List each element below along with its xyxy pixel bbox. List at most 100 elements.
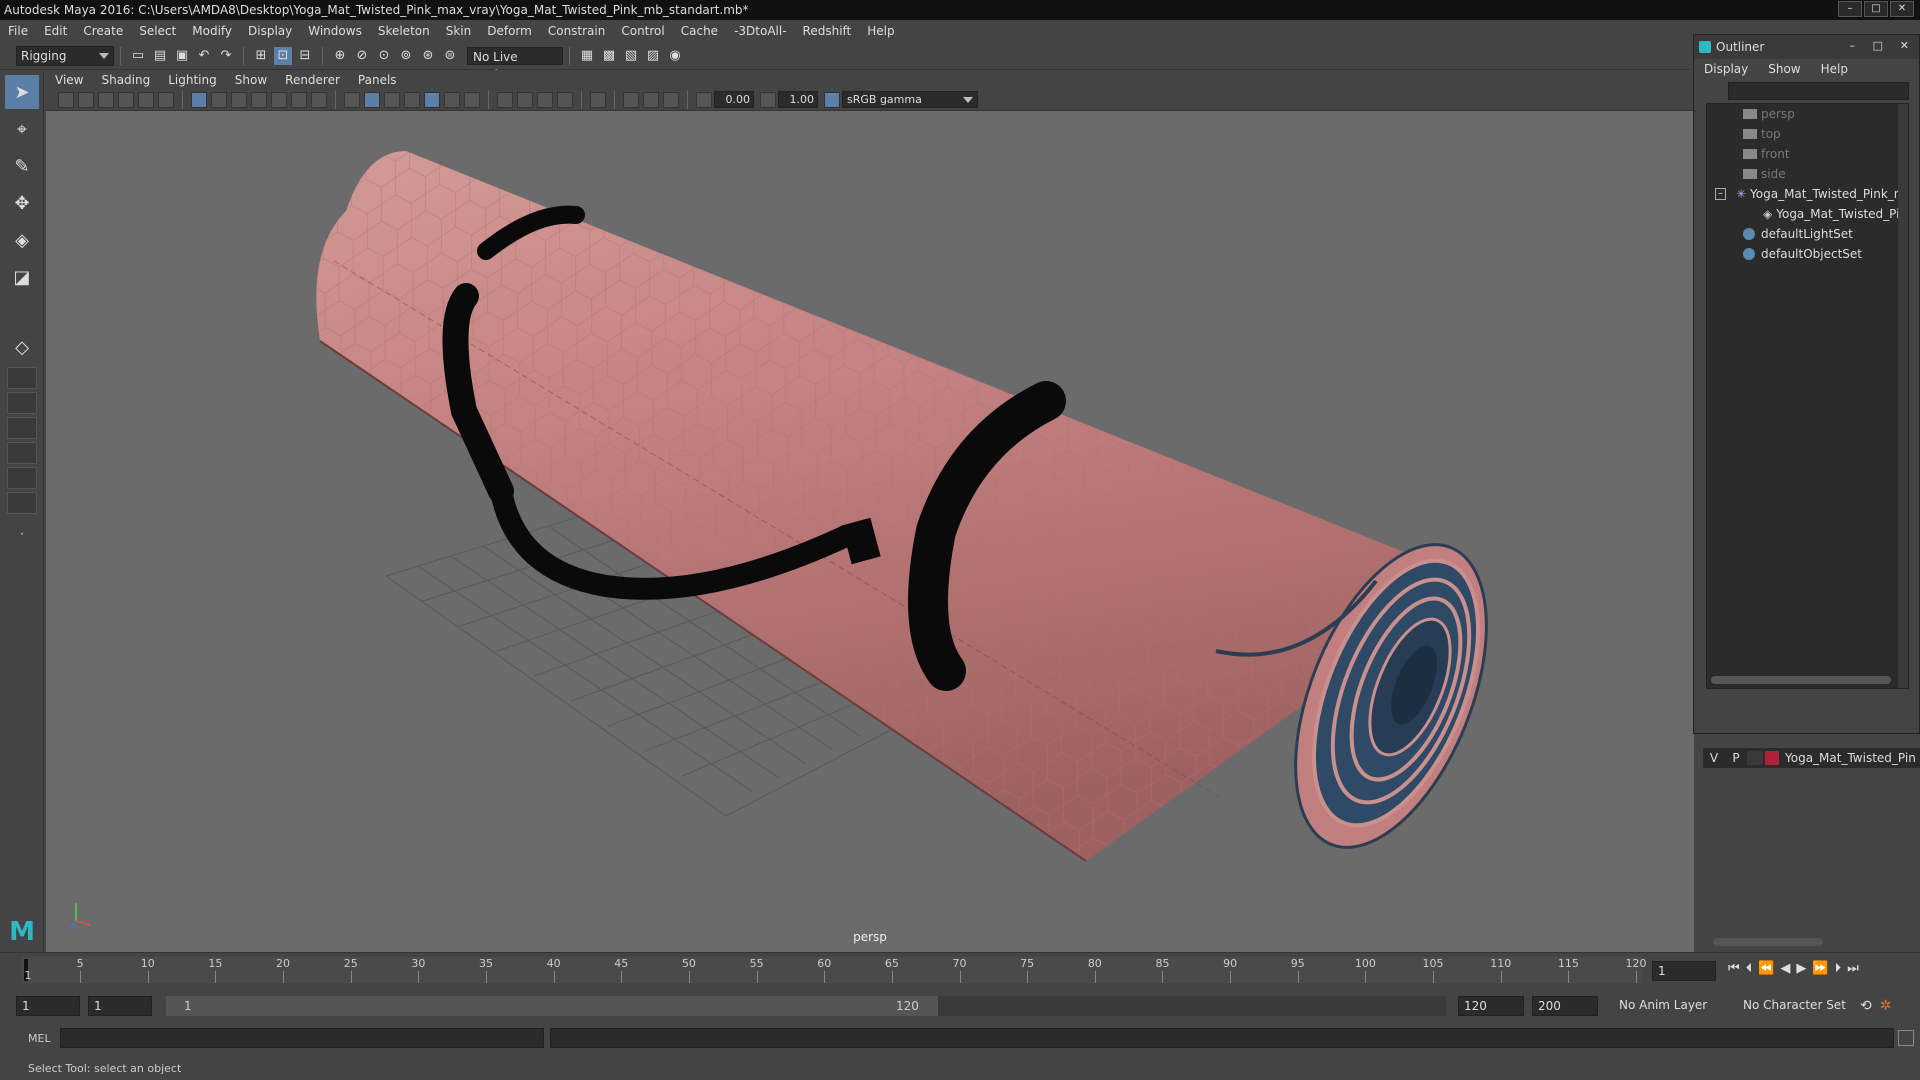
menu-help[interactable]: Help — [859, 24, 902, 38]
snap-magnet-icon[interactable]: ⊜ — [441, 47, 459, 65]
undo-icon[interactable]: ↶ — [195, 47, 213, 65]
safe-action-icon[interactable] — [291, 91, 307, 108]
more-layouts-icon[interactable]: · — [5, 517, 39, 551]
backface-culling-icon[interactable] — [557, 91, 573, 108]
bookmark-icon[interactable] — [98, 91, 114, 108]
menu-modify[interactable]: Modify — [184, 24, 240, 38]
render-settings-icon[interactable]: ▦ — [578, 47, 596, 65]
persp-outliner-layout-icon[interactable] — [7, 417, 37, 439]
playback-start-field[interactable]: 1 — [88, 996, 152, 1016]
time-slider[interactable]: 1 5 10 15 20 25 30 35 40 45 50 55 60 65 70 75 80 85 90 95 1… — [0, 952, 1920, 986]
menu-3dtoall[interactable]: -3DtoAll- — [726, 24, 794, 38]
character-set-dropdown[interactable]: No Character Set — [1738, 996, 1854, 1016]
panel-menu-panels[interactable]: Panels — [349, 73, 406, 87]
menuset-dropdown[interactable]: Rigging — [16, 45, 114, 66]
panel-menu-shading[interactable]: Shading — [92, 73, 159, 87]
gamma-field[interactable]: 1.00 — [778, 91, 818, 108]
persp-graph-layout-icon[interactable] — [7, 442, 37, 464]
menu-edit[interactable]: Edit — [36, 24, 75, 38]
panel-menu-show[interactable]: Show — [226, 73, 276, 87]
menu-constrain[interactable]: Constrain — [540, 24, 614, 38]
screen-space-ao-icon[interactable] — [623, 91, 639, 108]
save-scene-icon[interactable]: ▣ — [173, 47, 191, 65]
layer-scrollbar[interactable] — [1713, 938, 1823, 946]
snap-grid-icon[interactable]: ⊕ — [331, 47, 349, 65]
select-component-icon[interactable]: ⊟ — [296, 47, 314, 65]
default-lighting-icon[interactable] — [384, 91, 400, 108]
new-scene-icon[interactable]: ▭ — [129, 47, 147, 65]
menu-display[interactable]: Display — [240, 24, 300, 38]
view-transform-dropdown[interactable]: sRGB gamma — [842, 91, 978, 108]
exposure-field[interactable]: 0.00 — [714, 91, 754, 108]
panel-menu-view[interactable]: View — [46, 73, 92, 87]
rotate-tool-icon[interactable]: ◈ — [5, 223, 39, 257]
2d-pan-zoom-icon[interactable] — [138, 91, 154, 108]
paint-select-icon[interactable]: ✎ — [5, 149, 39, 183]
command-language-label[interactable]: MEL — [0, 1032, 60, 1045]
minimize-icon[interactable]: – — [1850, 39, 1856, 52]
menu-windows[interactable]: Windows — [300, 24, 370, 38]
color-management-icon[interactable] — [824, 91, 840, 108]
four-view-layout-icon[interactable] — [7, 367, 37, 389]
step-back-icon[interactable]: ⏴ — [1746, 961, 1753, 976]
outliner-item-default-light-set[interactable]: defaultLightSet — [1707, 224, 1908, 244]
render-view-icon[interactable]: ▨ — [644, 47, 662, 65]
layer-color-swatch[interactable] — [1765, 751, 1779, 765]
playback-end-field[interactable]: 120 — [1458, 996, 1524, 1016]
persp-viewport[interactable]: persp — [46, 111, 1694, 952]
range-slider-handle[interactable] — [166, 996, 938, 1016]
side-by-side-layout-icon[interactable] — [7, 392, 37, 414]
camera-select-icon[interactable] — [58, 91, 74, 108]
outliner-item-top[interactable]: top — [1707, 124, 1908, 144]
outliner-menu-help[interactable]: Help — [1811, 62, 1858, 76]
gamma-icon[interactable] — [760, 91, 776, 108]
animation-preferences-icon[interactable]: ✲ — [1880, 998, 1892, 1014]
outliner-item-yoga-mesh[interactable]: ◈ Yoga_Mat_Twisted_Pin — [1707, 204, 1908, 224]
panel-menu-renderer[interactable]: Renderer — [276, 73, 349, 87]
auto-key-icon[interactable]: ⟲ — [1860, 998, 1872, 1014]
play-forward-icon[interactable]: ▶ — [1796, 961, 1806, 976]
go-to-start-icon[interactable]: ⏮ — [1728, 961, 1740, 976]
textured-icon[interactable] — [424, 91, 440, 108]
step-back-key-icon[interactable]: ⏪ — [1758, 961, 1774, 976]
collapse-icon[interactable]: – — [1715, 188, 1726, 200]
layer-type-toggle[interactable] — [1747, 751, 1763, 765]
range-slider[interactable]: 1 120 — [166, 996, 1446, 1016]
redo-icon[interactable]: ↷ — [217, 47, 235, 65]
step-forward-key-icon[interactable]: ⏩ — [1812, 961, 1828, 976]
menu-deform[interactable]: Deform — [479, 24, 540, 38]
menu-file[interactable]: File — [0, 24, 36, 38]
grid-icon[interactable] — [191, 91, 207, 108]
outliner-item-side[interactable]: side — [1707, 164, 1908, 184]
anim-layer-dropdown[interactable]: No Anim Layer — [1614, 996, 1730, 1016]
single-perspective-layout-icon[interactable]: ◇ — [5, 330, 39, 364]
anti-alias-icon[interactable] — [663, 91, 679, 108]
grease-pencil-icon[interactable] — [158, 91, 174, 108]
camera-attributes-icon[interactable] — [78, 91, 94, 108]
snap-view-icon[interactable]: ⊚ — [397, 47, 415, 65]
menu-control[interactable]: Control — [613, 24, 672, 38]
outliner-menu-show[interactable]: Show — [1758, 62, 1810, 76]
hypershade-icon[interactable]: ◉ — [666, 47, 684, 65]
menu-select[interactable]: Select — [131, 24, 184, 38]
go-to-end-icon[interactable]: ⏭ — [1847, 961, 1859, 976]
maximize-button[interactable]: □ — [1864, 1, 1888, 17]
use-lights-icon[interactable] — [444, 91, 460, 108]
current-frame-field[interactable]: 1 — [1652, 961, 1716, 981]
close-button[interactable]: ✕ — [1890, 1, 1914, 17]
move-tool-icon[interactable]: ✥ — [5, 186, 39, 220]
snap-curve-icon[interactable]: ⊘ — [353, 47, 371, 65]
render-current-icon[interactable]: ▩ — [600, 47, 618, 65]
snap-surface-icon[interactable]: ⊛ — [419, 47, 437, 65]
motion-blur-icon[interactable] — [643, 91, 659, 108]
layer-playback-toggle[interactable]: P — [1725, 751, 1747, 765]
film-gate-icon[interactable] — [211, 91, 227, 108]
outliner-vertical-scrollbar[interactable] — [1898, 104, 1908, 688]
time-ruler[interactable]: 1 5 10 15 20 25 30 35 40 45 50 55 60 65 70 75 80 85 90 95 1… — [22, 957, 1647, 983]
wireframe-icon[interactable] — [344, 91, 360, 108]
wireframe-on-shaded-icon[interactable] — [404, 91, 420, 108]
outliner-search-input[interactable] — [1728, 82, 1909, 100]
select-hierarchy-icon[interactable]: ⊞ — [252, 47, 270, 65]
menu-redshift[interactable]: Redshift — [795, 24, 860, 38]
outliner-item-front[interactable]: front — [1707, 144, 1908, 164]
